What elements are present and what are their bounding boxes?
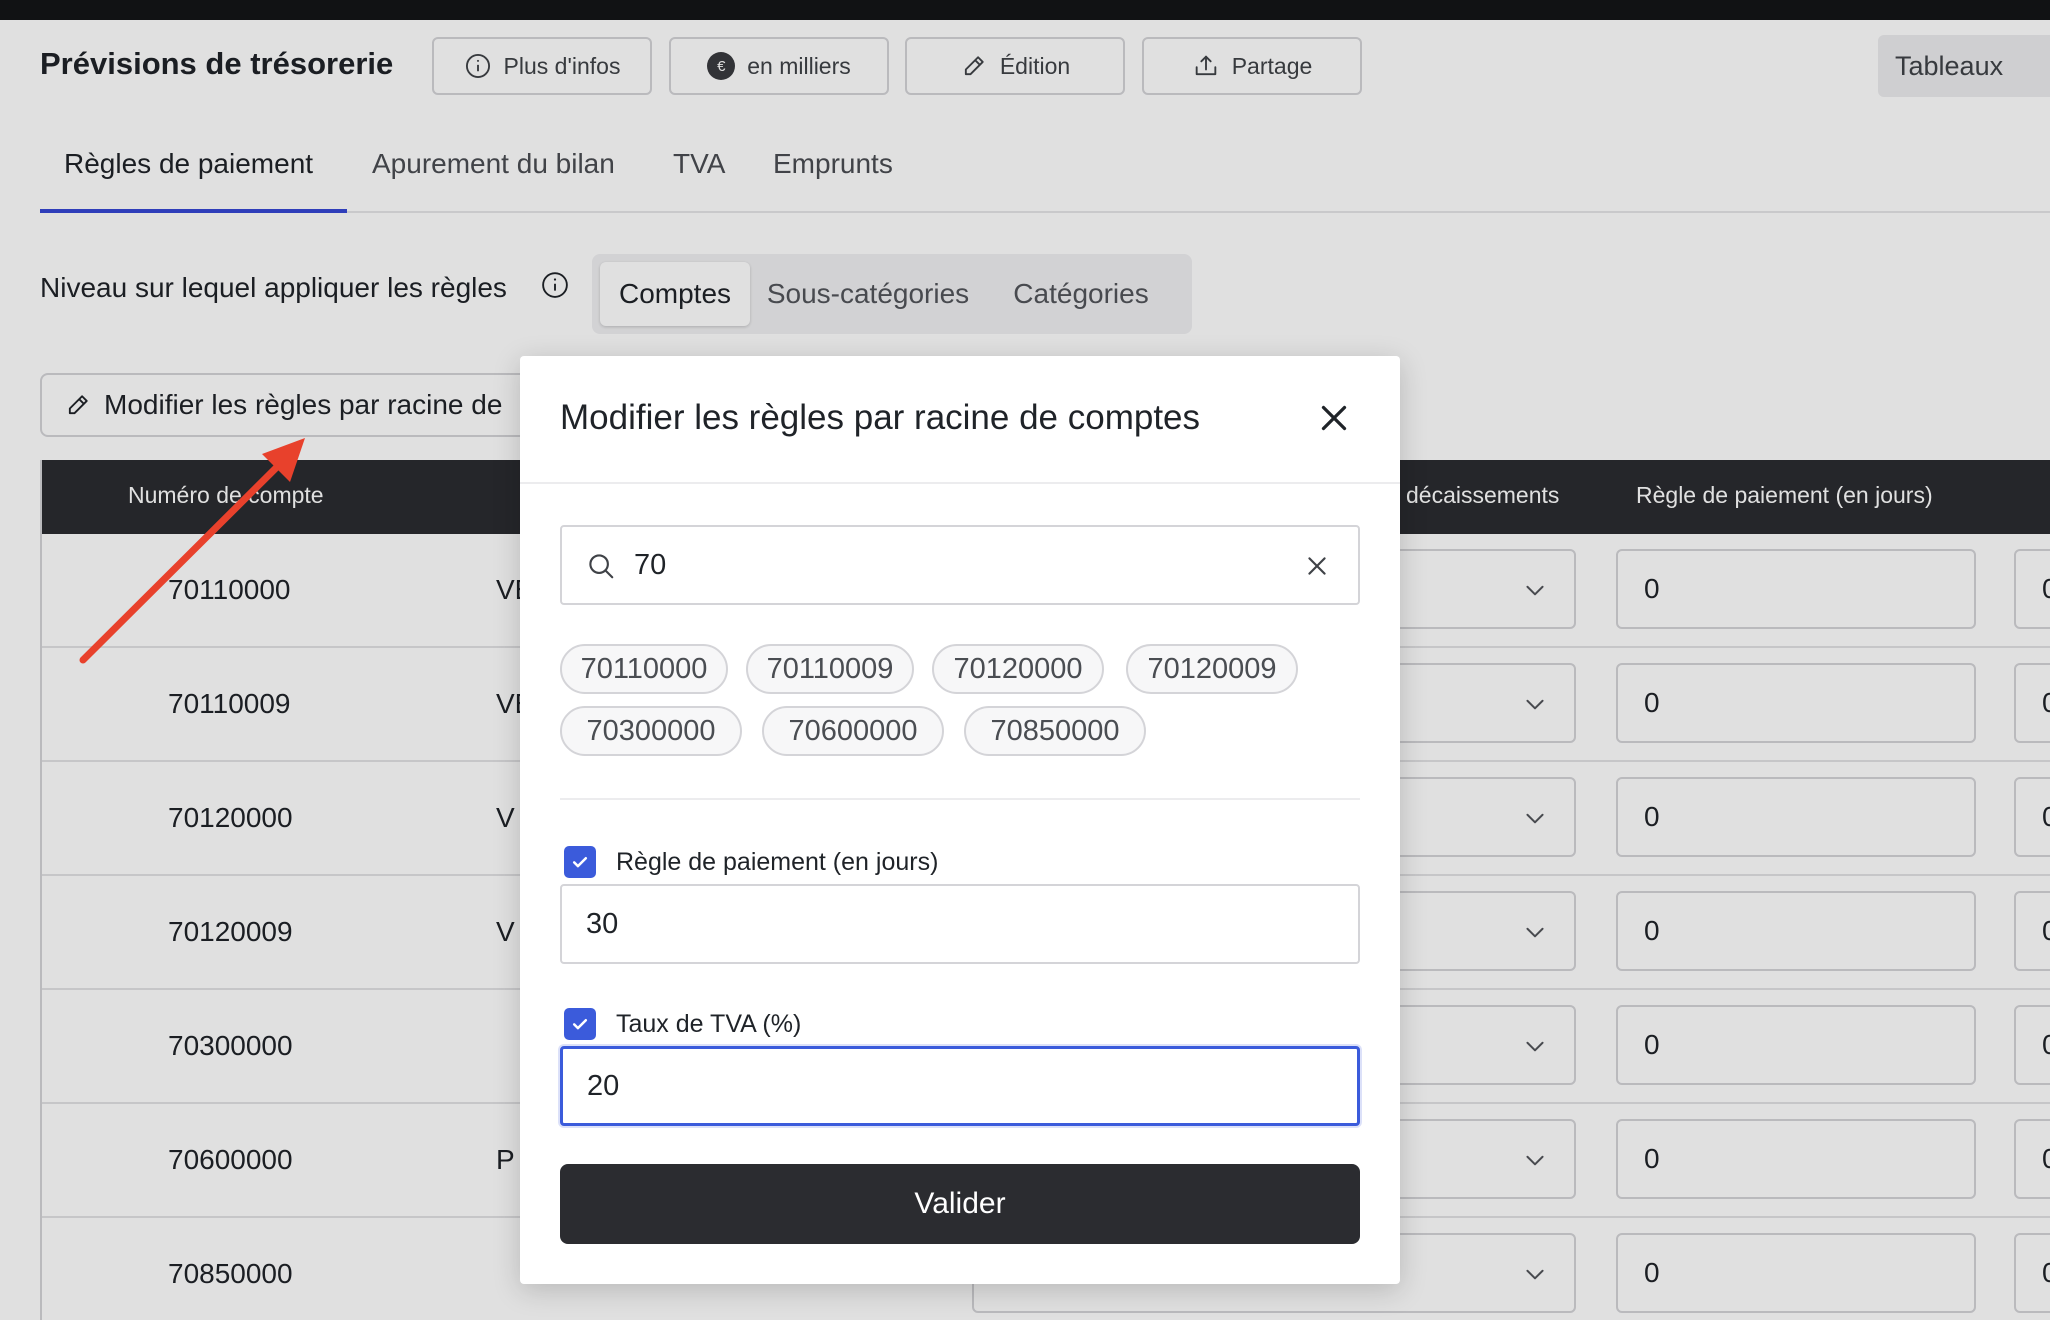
account-chip[interactable]: 70600000 [762, 706, 944, 756]
account-chip[interactable]: 70850000 [964, 706, 1146, 756]
close-icon[interactable] [1316, 400, 1352, 436]
modal-title: Modifier les règles par racine de compte… [560, 398, 1201, 437]
search-input[interactable] [634, 541, 1274, 589]
modal-header-divider [520, 482, 1400, 484]
window-top-strip [0, 0, 2050, 20]
account-chip[interactable]: 70300000 [560, 706, 742, 756]
account-chip[interactable]: 70110000 [560, 644, 728, 694]
check-icon [572, 857, 588, 868]
validate-button[interactable]: Valider [560, 1164, 1360, 1244]
account-root-search [560, 525, 1360, 605]
account-chip[interactable]: 70120000 [932, 644, 1104, 694]
payment-rule-checkbox[interactable] [564, 846, 596, 878]
account-chip[interactable]: 70120009 [1126, 644, 1298, 694]
close-icon[interactable] [1304, 553, 1330, 579]
search-icon [589, 554, 614, 579]
vat-rate-label: Taux de TVA (%) [616, 1010, 802, 1038]
modify-rules-modal: Modifier les règles par racine de compte… [520, 356, 1400, 1284]
payment-rule-input[interactable] [560, 884, 1360, 964]
payment-rule-label: Règle de paiement (en jours) [616, 848, 939, 876]
check-icon [572, 1019, 588, 1030]
account-chip[interactable]: 70110009 [746, 644, 914, 694]
vat-rate-input[interactable] [560, 1046, 1360, 1126]
vat-rate-checkbox[interactable] [564, 1008, 596, 1040]
modal-section-divider [560, 798, 1360, 800]
